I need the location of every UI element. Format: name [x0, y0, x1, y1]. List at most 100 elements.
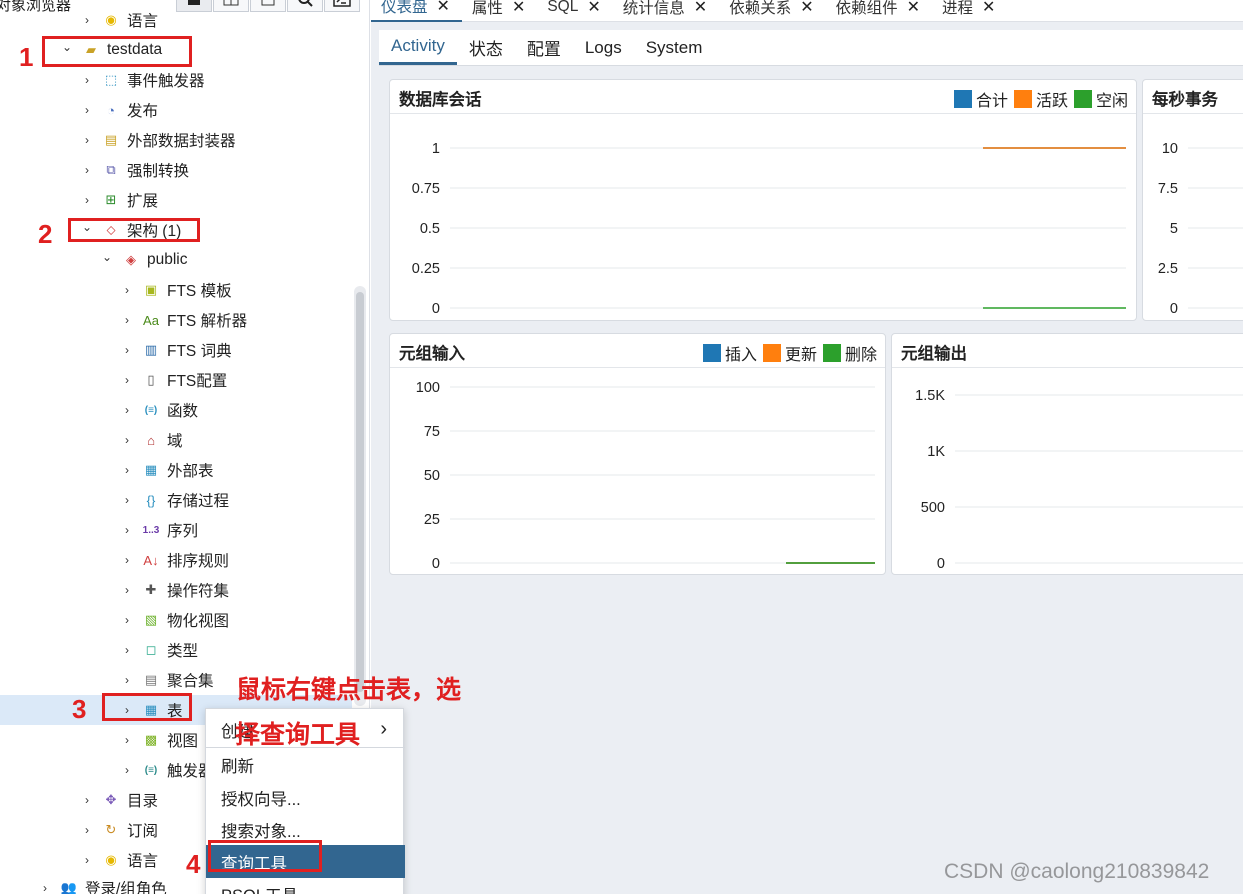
tree-item[interactable]: › (≡) 函数 — [0, 395, 352, 425]
tree-item-label: 强制转换 — [127, 163, 190, 180]
main-tab[interactable]: 属性 ✕ — [462, 0, 537, 22]
tree-item[interactable]: › ▧ 物化视图 — [0, 605, 352, 635]
tree-item-label: 目录 — [127, 793, 159, 810]
main-tab[interactable]: 依赖关系 ✕ — [719, 0, 825, 22]
chevron-right-icon[interactable]: › — [80, 793, 94, 807]
tree-item-label: 语言 — [127, 853, 159, 870]
chevron-right-icon[interactable]: › — [120, 313, 134, 327]
context-menu-item[interactable]: PSQL工具 — [206, 877, 405, 894]
tree-item-label: 扩展 — [127, 193, 159, 210]
chevron-right-icon[interactable]: › — [120, 433, 134, 447]
main-tab[interactable]: 进程 ✕ — [932, 0, 1007, 22]
chevron-down-icon[interactable]: ⌄ — [100, 250, 114, 264]
main-tab[interactable]: 仪表盘 ✕ — [371, 0, 462, 22]
tree-item[interactable]: › ⊞ 扩展 — [0, 185, 352, 215]
close-tab-icon[interactable]: ✕ — [437, 0, 450, 16]
chevron-right-icon[interactable]: › — [120, 523, 134, 537]
dashboard-sub-tab[interactable]: Activity — [379, 30, 457, 65]
scrollbar-thumb[interactable] — [356, 292, 364, 692]
tree-item[interactable]: › ◻ 类型 — [0, 635, 352, 665]
tree-item[interactable]: › ⌂ 域 — [0, 425, 352, 455]
tree-item[interactable]: › ▦ 外部表 — [0, 455, 352, 485]
y-tick-label: 75 — [424, 424, 440, 440]
y-tick-label: 100 — [416, 380, 440, 396]
dashboard-sub-tab[interactable]: System — [634, 30, 715, 65]
y-tick-label: 1 — [432, 141, 440, 157]
annotation-step-3: 3 — [72, 694, 87, 724]
tree-item[interactable]: › ⧉ 强制转换 — [0, 155, 352, 185]
close-tab-icon[interactable]: ✕ — [512, 0, 525, 17]
chevron-right-icon[interactable]: › — [120, 553, 134, 567]
chevron-right-icon[interactable]: › — [80, 193, 94, 207]
tree-item-label: public — [147, 251, 188, 268]
main-tab-label: SQL — [547, 0, 579, 15]
function-icon: (≡) — [144, 404, 158, 416]
annotation-step-1: 1 — [19, 42, 34, 72]
context-menu-item-label: 刷新 — [221, 757, 254, 776]
view-icon: ▩ — [144, 732, 158, 747]
main-tab[interactable]: 统计信息 ✕ — [613, 0, 719, 22]
tree-item-label: 聚合集 — [167, 673, 214, 690]
tree-item[interactable]: › {} 存储过程 — [0, 485, 352, 515]
dashboard-sub-tab[interactable]: 配置 — [515, 30, 573, 65]
tree-item[interactable]: › ✚ 操作符集 — [0, 575, 352, 605]
chevron-right-icon[interactable]: › — [80, 133, 94, 147]
tree-item[interactable]: › ◔ 发布 — [0, 95, 352, 125]
tree-item[interactable]: › ▣ FTS 模板 — [0, 275, 352, 305]
dashboard-sub-tab[interactable]: Logs — [573, 30, 634, 65]
context-menu-item[interactable]: 刷新 — [206, 748, 405, 781]
tree-item-label: FTS 解析器 — [167, 313, 248, 330]
tree-item-label: 视图 — [167, 733, 199, 750]
main-tab-label: 统计信息 — [622, 0, 685, 17]
chevron-right-icon[interactable]: › — [120, 493, 134, 507]
chevron-right-icon[interactable]: › — [38, 881, 52, 894]
tree-item-label: 域 — [167, 433, 183, 450]
tree-item-label: 操作符集 — [167, 583, 230, 600]
aggregate-icon: ▤ — [144, 672, 158, 687]
main-tab[interactable]: SQL ✕ — [537, 0, 612, 22]
app-window: 对象浏览器 › ◉ 语言 ⌄ ▰ testdata › ⬚ 事件触发器 › ◔ … — [0, 0, 1243, 894]
tree-item[interactable]: › 1..3 序列 — [0, 515, 352, 545]
context-menu-item[interactable]: 授权向导... — [206, 781, 405, 814]
main-tab-label: 属性 — [471, 0, 503, 17]
dashboard-sub-tab[interactable]: 状态 — [457, 30, 515, 65]
tree-item[interactable]: › ▥ FTS 词典 — [0, 335, 352, 365]
tree-item[interactable]: › ▯ FTS配置 — [0, 365, 352, 395]
login-roles-icon: 👥 — [60, 880, 78, 894]
tree-item[interactable]: ⌄ ◈ public — [0, 245, 352, 275]
tree-item-language-top[interactable]: › ◉ 语言 — [0, 5, 352, 35]
chevron-right-icon[interactable]: › — [120, 343, 134, 357]
chevron-right-icon[interactable]: › — [80, 73, 94, 87]
language-icon: ◉ — [105, 852, 117, 867]
chevron-right-icon[interactable]: › — [120, 613, 134, 627]
close-tab-icon[interactable]: ✕ — [587, 0, 600, 17]
tree-item[interactable]: › A↓ 排序规则 — [0, 545, 352, 575]
chevron-right-icon[interactable]: › — [120, 733, 134, 747]
chart-panel-tuples-out: 元组输出 1.5K 1K 500 0 — [891, 333, 1243, 575]
dashboard-sub-tab-bar: Activity 状态 配置 Logs System — [379, 30, 1243, 66]
schema-icon: ◈ — [126, 252, 136, 267]
chevron-right-icon[interactable]: › — [80, 823, 94, 837]
close-tab-icon[interactable]: ✕ — [694, 0, 707, 17]
chevron-right-icon[interactable]: › — [120, 283, 134, 297]
chevron-right-icon[interactable]: › — [120, 583, 134, 597]
tree-item[interactable]: › ⬚ 事件触发器 — [0, 65, 352, 95]
chart-plot: 100 75 50 25 0 — [416, 380, 875, 572]
tree-item-label: 序列 — [167, 523, 199, 540]
close-tab-icon[interactable]: ✕ — [982, 0, 995, 17]
chevron-right-icon[interactable]: › — [120, 463, 134, 477]
chevron-right-icon[interactable]: › — [80, 163, 94, 177]
chevron-right-icon[interactable]: › — [120, 403, 134, 417]
main-tab[interactable]: 依赖组件 ✕ — [826, 0, 932, 22]
chevron-right-icon[interactable]: › — [80, 853, 94, 867]
chevron-right-icon[interactable]: › — [120, 763, 134, 777]
tree-item[interactable]: › Aa FTS 解析器 — [0, 305, 352, 335]
chevron-right-icon[interactable]: › — [120, 673, 134, 687]
chevron-right-icon[interactable]: › — [120, 643, 134, 657]
chevron-right-icon[interactable]: › — [80, 103, 94, 117]
close-tab-icon[interactable]: ✕ — [800, 0, 813, 17]
chevron-right-icon[interactable]: › — [120, 373, 134, 387]
tree-item[interactable]: › ▤ 外部数据封装器 — [0, 125, 352, 155]
chevron-right-icon[interactable]: › — [80, 13, 94, 27]
close-tab-icon[interactable]: ✕ — [907, 0, 920, 17]
